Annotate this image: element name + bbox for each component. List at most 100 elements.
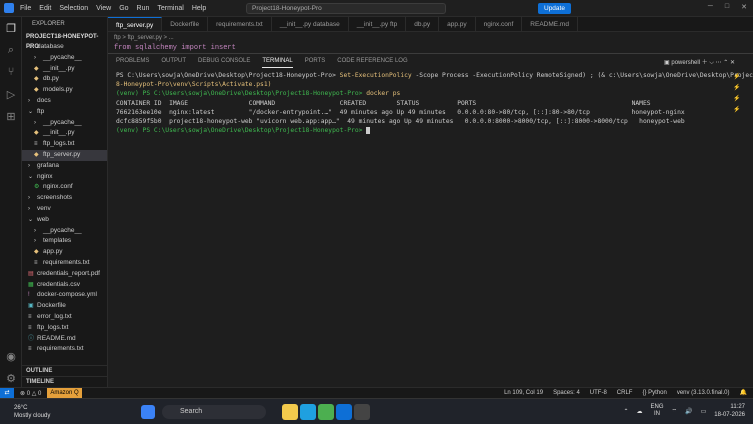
- terminal-shell-label[interactable]: ▣ powershell ＋ ⌵ ⋯ ⌃ ✕: [664, 57, 735, 67]
- onedrive-icon[interactable]: ☁: [636, 408, 642, 415]
- tree-item[interactable]: ⌄ ftp: [22, 107, 107, 118]
- file-explorer-icon[interactable]: [282, 404, 298, 420]
- amazon-q-status[interactable]: Amazon Q: [47, 388, 82, 398]
- menu-item-run[interactable]: Run: [137, 5, 150, 12]
- maximize-icon[interactable]: □: [725, 3, 729, 11]
- tree-item[interactable]: ◆ app.py: [22, 247, 107, 258]
- cursor-position[interactable]: Ln 109, Col 19: [504, 388, 543, 398]
- tree-item[interactable]: › __pycache__: [22, 226, 107, 237]
- panel-tab-problems[interactable]: PROBLEMS: [116, 54, 149, 68]
- tree-item[interactable]: ▣ Dockerfile: [22, 301, 107, 312]
- minimize-icon[interactable]: ─: [708, 3, 713, 11]
- editor-tab[interactable]: app.py: [439, 17, 476, 31]
- tree-item[interactable]: ≡ ftp_logs.txt: [22, 139, 107, 150]
- settings-gear-icon[interactable]: ⚙: [0, 367, 22, 389]
- tree-item[interactable]: › screenshots: [22, 193, 107, 204]
- tree-item[interactable]: ◆ __init__.py: [22, 64, 107, 75]
- editor-tab[interactable]: nginx.conf: [476, 17, 523, 31]
- tree-item[interactable]: ≡ requirements.txt: [22, 344, 107, 355]
- editor-tab[interactable]: db.py: [406, 17, 440, 31]
- tree-item[interactable]: ◆ models.py: [22, 85, 107, 96]
- tree-item[interactable]: › venv: [22, 204, 107, 215]
- tree-item[interactable]: ⚙ nginx.conf: [22, 182, 107, 193]
- language-indicator[interactable]: ENG IN: [650, 404, 663, 418]
- tree-item[interactable]: › templates: [22, 236, 107, 247]
- edge-icon[interactable]: [300, 404, 316, 420]
- editor-tab[interactable]: requirements.txt: [208, 17, 272, 31]
- code-line[interactable]: from sqlalchemy import insert: [114, 44, 236, 52]
- chrome-icon[interactable]: [318, 404, 334, 420]
- tree-item[interactable]: › docs: [22, 96, 107, 107]
- menu-item-view[interactable]: View: [96, 5, 111, 12]
- tree-item[interactable]: › __pycache__: [22, 118, 107, 129]
- breadcrumb[interactable]: ftp > ftp_server.py > ...: [114, 35, 174, 41]
- menu-item-terminal[interactable]: Terminal: [157, 5, 183, 12]
- tree-item[interactable]: ⓘ README.md: [22, 334, 107, 345]
- tree-item[interactable]: › __pycache__: [22, 53, 107, 64]
- update-button[interactable]: Update: [538, 3, 571, 14]
- panel-tab-debug-console[interactable]: DEBUG CONSOLE: [198, 54, 250, 68]
- terminal-instance-icon[interactable]: ⚡: [733, 72, 747, 83]
- tree-item[interactable]: ⌄ nginx: [22, 172, 107, 183]
- menu-item-go[interactable]: Go: [119, 5, 128, 12]
- editor-tab[interactable]: __init__.py database: [272, 17, 349, 31]
- tree-item[interactable]: ! docker-compose.yml: [22, 290, 107, 301]
- clock[interactable]: 11:27 18-07-2026: [714, 403, 745, 419]
- account-icon[interactable]: ◉: [0, 345, 22, 367]
- python-interpreter[interactable]: venv (3.13.0.final.0): [677, 388, 730, 398]
- timeline-section[interactable]: TIMELINE: [22, 376, 107, 387]
- run-debug-icon[interactable]: ▷: [0, 83, 22, 105]
- tree-item[interactable]: ◆ ftp_server.py: [22, 149, 107, 161]
- tray-chevron-icon[interactable]: ⌃: [623, 408, 628, 415]
- tree-item[interactable]: ⌄ web: [22, 215, 107, 226]
- weather-widget[interactable]: 26°C Mostly cloudy: [14, 404, 50, 420]
- project-root[interactable]: PROJECT18-HONEYPOT-PRO: [22, 32, 107, 50]
- tree-item[interactable]: ◆ __init__.py: [22, 128, 107, 139]
- terminal-instance-icon[interactable]: ⚡: [733, 83, 747, 94]
- editor-tab[interactable]: README.md: [522, 17, 578, 31]
- menu-item-edit[interactable]: Edit: [39, 5, 51, 12]
- tree-item[interactable]: ⌄ database: [22, 42, 107, 53]
- vscode-icon[interactable]: [336, 404, 352, 420]
- remote-icon[interactable]: ⇄: [0, 388, 14, 398]
- tree-item[interactable]: ▤ credentials_report.pdf: [22, 269, 107, 280]
- command-center[interactable]: Project18-Honeypot-Pro: [246, 3, 446, 14]
- language-mode[interactable]: {} Python: [642, 388, 666, 398]
- panel-tab-output[interactable]: OUTPUT: [161, 54, 186, 68]
- volume-icon[interactable]: 🔊: [685, 408, 692, 415]
- terminal-output[interactable]: PS C:\Users\sowja\OneDrive\Desktop\Proje…: [116, 71, 753, 135]
- terminal-instance-icon[interactable]: ⚡: [733, 105, 747, 116]
- wifi-icon[interactable]: ⌔: [672, 407, 678, 415]
- line-ending[interactable]: CRLF: [617, 388, 633, 398]
- tree-item[interactable]: › grafana: [22, 161, 107, 172]
- menu-item-selection[interactable]: Selection: [59, 5, 88, 12]
- explorer-icon[interactable]: ❐: [0, 17, 22, 39]
- editor-tab[interactable]: Dockerfile: [162, 17, 209, 31]
- panel-tab-terminal[interactable]: TERMINAL: [262, 54, 293, 68]
- panel-tab-ports[interactable]: PORTS: [305, 54, 326, 68]
- tree-item[interactable]: ≡ error_log.txt: [22, 312, 107, 323]
- outline-section[interactable]: OUTLINE: [22, 365, 107, 376]
- terminal-instance-icon[interactable]: ⚡: [733, 94, 747, 105]
- editor-tab[interactable]: ftp_server.py: [108, 17, 163, 31]
- problems-count[interactable]: ⊗ 0 △ 0: [20, 390, 41, 397]
- menu-item-file[interactable]: File: [20, 5, 31, 12]
- editor-tab[interactable]: __init__.py ftp: [349, 17, 407, 31]
- bell-icon[interactable]: 🔔: [740, 388, 747, 398]
- tree-item[interactable]: ▦ credentials.csv: [22, 280, 107, 291]
- panel-tab-code-reference-log[interactable]: CODE REFERENCE LOG: [337, 54, 407, 68]
- start-icon[interactable]: [141, 405, 155, 419]
- terminal-icon[interactable]: [354, 404, 370, 420]
- tree-item[interactable]: ≡ ftp_logs.txt: [22, 323, 107, 334]
- battery-icon[interactable]: ▭: [701, 408, 707, 415]
- source-control-icon[interactable]: ⑂: [0, 61, 22, 83]
- tree-item[interactable]: ◆ db.py: [22, 74, 107, 85]
- tree-item[interactable]: ≡ requirements.txt: [22, 258, 107, 269]
- encoding[interactable]: UTF-8: [590, 388, 607, 398]
- close-icon[interactable]: ✕: [741, 3, 747, 11]
- extensions-icon[interactable]: ⊞: [0, 105, 22, 127]
- menu-item-help[interactable]: Help: [192, 5, 206, 12]
- indentation[interactable]: Spaces: 4: [553, 388, 580, 398]
- search-icon[interactable]: ⌕: [0, 39, 22, 61]
- taskbar-search[interactable]: Search: [162, 405, 266, 419]
